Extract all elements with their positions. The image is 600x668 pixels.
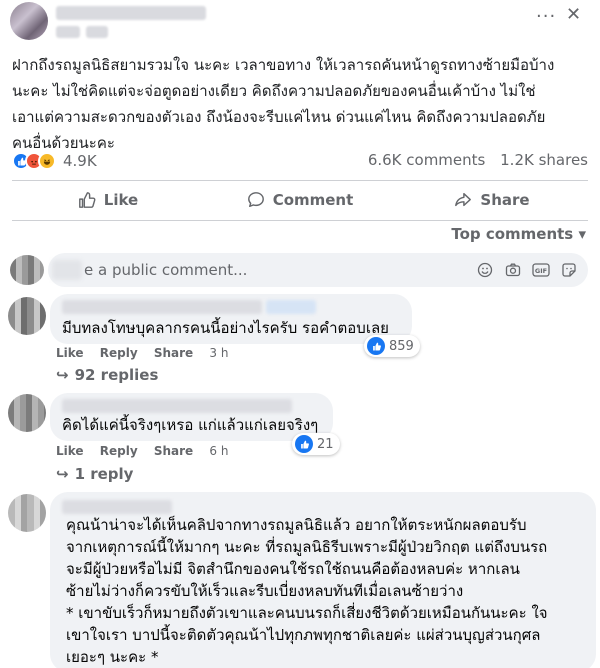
commenter-avatar[interactable] bbox=[8, 494, 46, 532]
composer-redacted bbox=[52, 260, 82, 280]
comment-time[interactable]: 3 h bbox=[209, 346, 228, 360]
comment-text-line: * เขาขับเร็วก็หมายถึงตัวเขาและคนบนรถก็เส… bbox=[66, 604, 548, 622]
share-label: Share bbox=[480, 191, 530, 209]
divider bbox=[12, 180, 588, 181]
comment-reactions[interactable]: 21 bbox=[292, 433, 340, 455]
view-replies-link[interactable]: ↪ 92 replies bbox=[56, 366, 158, 384]
comment-composer[interactable]: GIF bbox=[48, 253, 588, 287]
replies-count: 92 replies bbox=[74, 366, 159, 384]
author-name-redacted[interactable] bbox=[56, 6, 206, 20]
composer-icons: GIF bbox=[476, 261, 578, 279]
comment-label: Comment bbox=[272, 191, 354, 209]
privacy-redacted bbox=[86, 26, 108, 38]
commenter-name-redacted[interactable] bbox=[62, 500, 172, 514]
post-time-redacted[interactable] bbox=[56, 26, 80, 38]
comment-text-line: คุณน้าน่าจะได้เห็นคลิปจากทางรถมูลนิธิแล้… bbox=[66, 516, 527, 534]
share-button[interactable]: Share bbox=[396, 184, 588, 216]
thumbs-up-icon bbox=[78, 192, 96, 208]
engagement-counts: 6.6K comments 1.2K shares bbox=[368, 151, 588, 169]
comment-share-link[interactable]: Share bbox=[154, 346, 193, 360]
shares-count[interactable]: 1.2K shares bbox=[500, 151, 588, 169]
more-dots-icon[interactable]: ··· bbox=[536, 6, 556, 27]
comment-sort-dropdown[interactable]: Top comments ▾ bbox=[451, 225, 586, 243]
comment-share-link[interactable]: Share bbox=[154, 444, 193, 458]
commenter-name-redacted[interactable] bbox=[62, 300, 262, 314]
comment-reactions[interactable]: 859 bbox=[364, 335, 420, 357]
sticker-icon[interactable] bbox=[560, 261, 578, 279]
commenter-avatar[interactable] bbox=[8, 297, 46, 335]
share-icon bbox=[455, 192, 472, 207]
like-reaction-icon bbox=[295, 435, 313, 453]
post-text-line: นะคะ ไม่ใช่คิดแต่จะจ่อตูดอย่างเดียว คิดถ… bbox=[12, 82, 536, 100]
comment-button[interactable]: Comment bbox=[204, 184, 396, 216]
comment-text-line: ซ้ายไม่ว่างก็ควรขับให้เร็วและรีบเบี่ยงหล… bbox=[66, 582, 464, 600]
replies-count: 1 reply bbox=[74, 465, 134, 483]
close-icon[interactable]: ✕ bbox=[566, 4, 581, 25]
comment-meta: Like Reply Share 6 h bbox=[56, 444, 240, 458]
comment-text-line: เยอะๆ นะคะ * bbox=[66, 648, 159, 666]
comment-like-link[interactable]: Like bbox=[56, 444, 84, 458]
user-avatar[interactable] bbox=[10, 255, 44, 285]
comment-reply-link[interactable]: Reply bbox=[100, 346, 138, 360]
like-reaction-icon bbox=[367, 337, 385, 355]
comment-icon bbox=[247, 192, 264, 208]
comment-text: มีบทลงโทษบุคลากรคนนี้อย่างไรครับ รอคำตอบ… bbox=[62, 319, 389, 337]
commenter-avatar[interactable] bbox=[8, 394, 46, 432]
haha-reaction-icon bbox=[38, 152, 56, 170]
commenter-name-redacted[interactable] bbox=[62, 399, 292, 413]
commenter-name-redacted bbox=[266, 300, 316, 314]
reply-arrow-icon: ↪ bbox=[56, 465, 69, 483]
comment-text-line: จะมีผู้ป่วยหรือไม่มี จิตสำนึกของคนใช้รถใ… bbox=[66, 560, 520, 578]
reply-arrow-icon: ↪ bbox=[56, 366, 69, 384]
comment-text-line: เขาใจเรา บาปนี้จะติดตัวคุณน้าไปทุกภพทุกช… bbox=[66, 626, 541, 644]
svg-text:GIF: GIF bbox=[535, 267, 547, 275]
comment-like-link[interactable]: Like bbox=[56, 346, 84, 360]
comment-time[interactable]: 6 h bbox=[209, 444, 228, 458]
comment-reaction-count: 859 bbox=[389, 338, 414, 354]
divider bbox=[12, 220, 588, 221]
comment-bubble: มีบทลงโทษบุคลากรคนนี้อย่างไรครับ รอคำตอบ… bbox=[50, 294, 412, 344]
like-label: Like bbox=[103, 191, 139, 209]
comments-count[interactable]: 6.6K comments bbox=[368, 151, 486, 169]
author-avatar[interactable] bbox=[10, 2, 48, 40]
gif-icon[interactable]: GIF bbox=[532, 261, 550, 279]
comment-reply-link[interactable]: Reply bbox=[100, 444, 138, 458]
comment-reaction-count: 21 bbox=[317, 436, 334, 452]
comment-text-line: จากเหตุการณ์นี้ให้มากๆ นะคะ ที่รถมูลนิธิ… bbox=[66, 538, 548, 556]
post-body: ฝากถึงรถมูลนิธิสยามรวมใจ นะคะ เวลาขอทาง … bbox=[12, 52, 592, 156]
comment-meta: Like Reply Share 3 h bbox=[56, 346, 240, 360]
comment-text: คุณน้าน่าจะได้เห็นคลิปจากทางรถมูลนิธิแล้… bbox=[66, 514, 594, 668]
post-actions: Like Comment Share bbox=[12, 184, 588, 216]
comment-bubble: คิดได้แค่นี้จริงๆเหรอ แก่แล้วแก่เลยจริงๆ bbox=[50, 393, 333, 441]
emoji-icon[interactable] bbox=[476, 261, 494, 279]
comment-text: คิดได้แค่นี้จริงๆเหรอ แก่แล้วแก่เลยจริงๆ bbox=[62, 416, 319, 434]
like-button[interactable]: Like bbox=[12, 184, 204, 216]
post-text-line: ฝากถึงรถมูลนิธิสยามรวมใจ นะคะ เวลาขอทาง … bbox=[12, 56, 555, 74]
reaction-summary[interactable]: 4.9K bbox=[12, 150, 97, 172]
post-header: ··· ✕ bbox=[0, 0, 600, 44]
comment-input[interactable] bbox=[84, 261, 414, 279]
post-text-line: เอาแต่ความสะดวกของตัวเอง ถึงน้องจะรีบแค่… bbox=[12, 108, 546, 126]
view-replies-link[interactable]: ↪ 1 reply bbox=[56, 465, 133, 483]
reaction-count[interactable]: 4.9K bbox=[63, 152, 97, 170]
camera-icon[interactable] bbox=[504, 261, 522, 279]
